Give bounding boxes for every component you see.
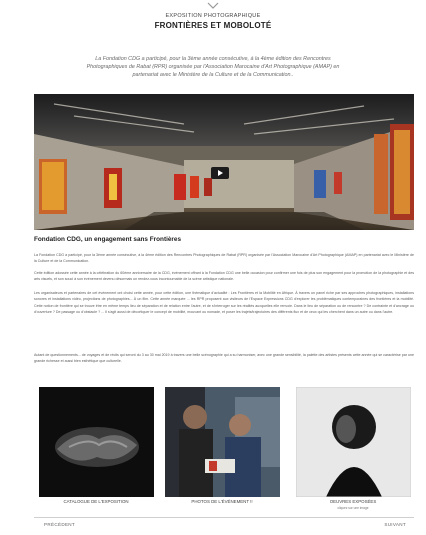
page-title: FRONTIÈRES ET MOBOLOTÉ (154, 21, 272, 30)
play-icon[interactable] (211, 167, 229, 179)
catalogue-link[interactable]: CATALOGUE DE L'EXPOSITION (26, 499, 166, 504)
artworks-thumbnail[interactable] (296, 387, 411, 497)
event-photos-thumbnail[interactable] (165, 387, 280, 497)
paragraph-1: La Fondation CDG a participé, pour la 3è… (34, 253, 414, 264)
exhibition-video[interactable] (34, 94, 414, 230)
artworks-link[interactable]: OEUVRES EXPOSÉES (283, 499, 423, 504)
section-subheading: Fondation CDG, un engagement sans Fronti… (34, 236, 182, 243)
next-link[interactable]: SUIVANT (384, 522, 406, 527)
previous-link[interactable]: PRÉCÉDENT (44, 522, 75, 527)
event-photos-link[interactable]: PHOTOS DE L'ÉVÉNEMENT !! (152, 499, 292, 504)
chevron-down-icon[interactable] (207, 2, 219, 10)
pagination: PRÉCÉDENT SUIVANT (34, 517, 414, 527)
catalogue-thumbnail[interactable] (39, 387, 154, 497)
paragraph-2: Cette édition adossée cette année à la c… (34, 271, 414, 282)
paragraph-3: Les organisateurs et partenaires de cet … (34, 291, 414, 315)
artworks-hint: cliquez sur une image (337, 506, 369, 510)
paragraph-4: Autant de questionnements... de voyages … (34, 353, 414, 364)
section-kicker: EXPOSITION PHOTOGRAPHIQUE (165, 13, 261, 19)
intro-text: La Fondation CDG a participé, pour la 3è… (86, 56, 340, 79)
